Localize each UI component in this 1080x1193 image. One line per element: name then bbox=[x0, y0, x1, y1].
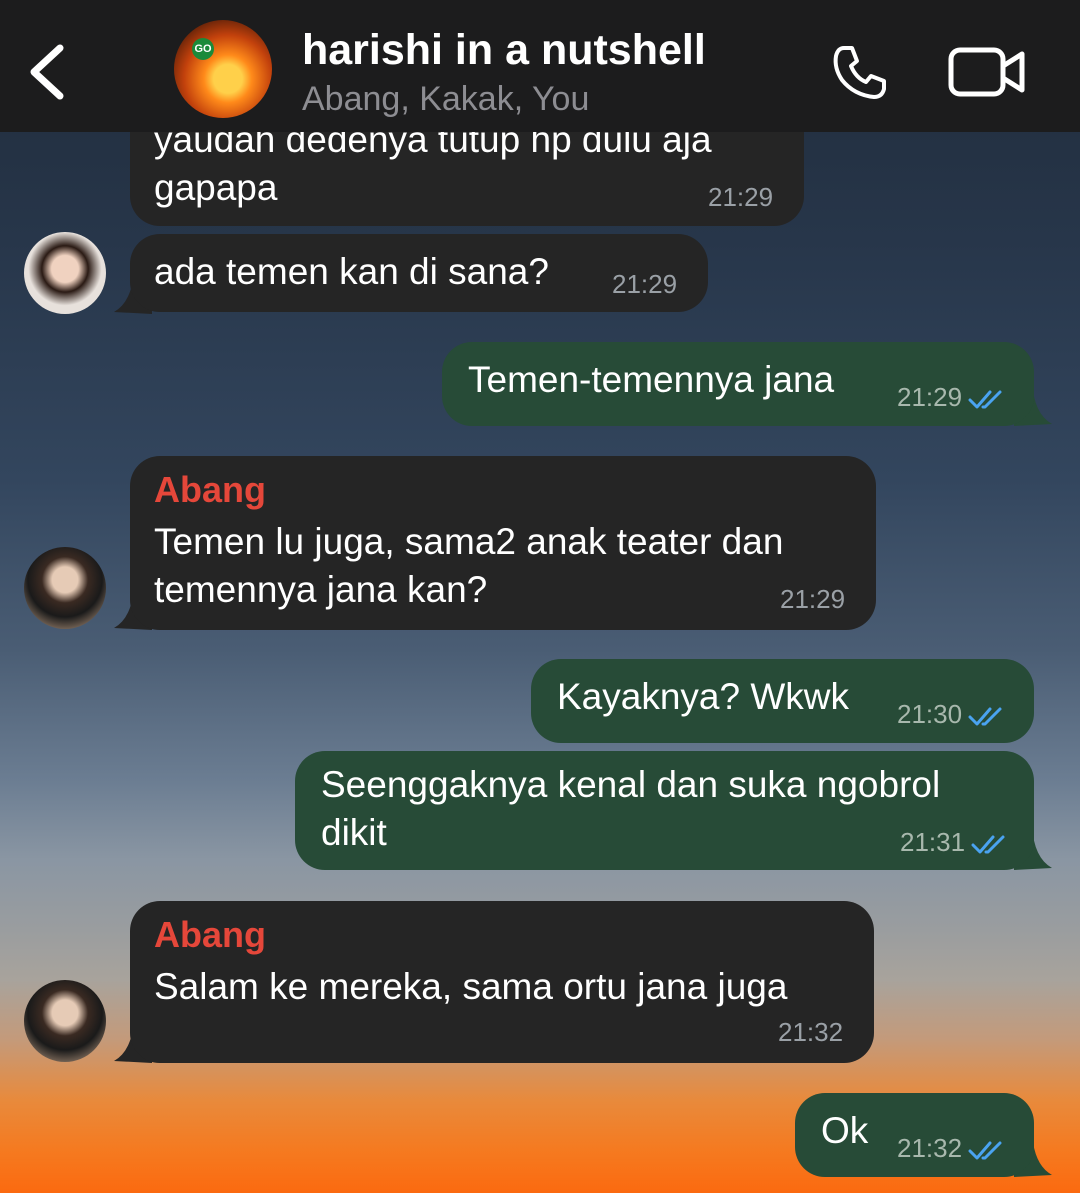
message-bubble-outgoing[interactable]: Kayaknya? Wkwk 21:30 bbox=[531, 659, 1034, 743]
double-check-icon bbox=[968, 390, 1002, 409]
message-text: Salam ke mereka, sama ortu jana juga bbox=[154, 966, 788, 1007]
message-time-label: 21:30 bbox=[897, 699, 963, 729]
message-time-label: 21:31 bbox=[900, 827, 966, 857]
message-bubble-outgoing[interactable]: Ok 21:32 bbox=[795, 1093, 1034, 1177]
sender-name[interactable]: Abang bbox=[154, 911, 266, 959]
message-time: 21:30 bbox=[897, 699, 1006, 729]
message-time: 21:29 bbox=[897, 382, 1006, 412]
sender-avatar-abang[interactable] bbox=[24, 547, 106, 629]
message-time-label: 21:29 bbox=[897, 382, 963, 412]
chat-title[interactable]: harishi in a nutshell bbox=[302, 26, 706, 75]
message-bubble-incoming[interactable]: Abang Temen lu juga, sama2 anak teater d… bbox=[130, 456, 876, 630]
message-bubble-outgoing[interactable]: Seenggaknya kenal dan suka ngobrol dikit… bbox=[295, 751, 1034, 870]
chat-participants[interactable]: Abang, Kakak, You bbox=[302, 80, 589, 119]
message-time: 21:32 bbox=[897, 1133, 1006, 1163]
go-sign-icon: GO bbox=[192, 38, 214, 60]
message-text: Ok bbox=[821, 1110, 869, 1151]
sender-name[interactable]: Abang bbox=[154, 466, 266, 514]
message-bubble-incoming[interactable]: ada temen kan di sana? 21:29 bbox=[130, 234, 708, 312]
chat-header: GO harishi in a nutshell Abang, Kakak, Y… bbox=[0, 0, 1080, 132]
sender-avatar-kakak[interactable] bbox=[24, 232, 106, 314]
sender-avatar-abang[interactable] bbox=[24, 980, 106, 1062]
double-check-icon bbox=[971, 835, 1005, 854]
message-bubble-incoming[interactable]: Abang Salam ke mereka, sama ortu jana ju… bbox=[130, 901, 874, 1063]
message-text: Temen lu juga, sama2 anak teater dan tem… bbox=[154, 521, 784, 610]
message-time: 21:29 bbox=[612, 269, 678, 299]
double-check-icon bbox=[968, 1141, 1002, 1160]
message-time: 21:31 bbox=[900, 827, 1009, 857]
message-text: ada temen kan di sana? bbox=[154, 251, 549, 292]
double-check-icon bbox=[968, 707, 1002, 726]
message-time-label: 21:32 bbox=[897, 1133, 963, 1163]
message-time: 21:32 bbox=[778, 1017, 844, 1047]
phone-icon[interactable] bbox=[830, 42, 890, 102]
message-bubble-outgoing[interactable]: Temen-temennya jana 21:29 bbox=[442, 342, 1034, 426]
message-time: 21:29 bbox=[780, 584, 846, 614]
group-avatar[interactable]: GO bbox=[174, 20, 272, 118]
message-text: Temen-temennya jana bbox=[468, 359, 835, 400]
video-camera-icon[interactable] bbox=[948, 46, 1026, 98]
message-time: 21:29 bbox=[708, 182, 774, 212]
back-arrow-icon[interactable] bbox=[24, 40, 74, 104]
message-text: Kayaknya? Wkwk bbox=[557, 676, 849, 717]
